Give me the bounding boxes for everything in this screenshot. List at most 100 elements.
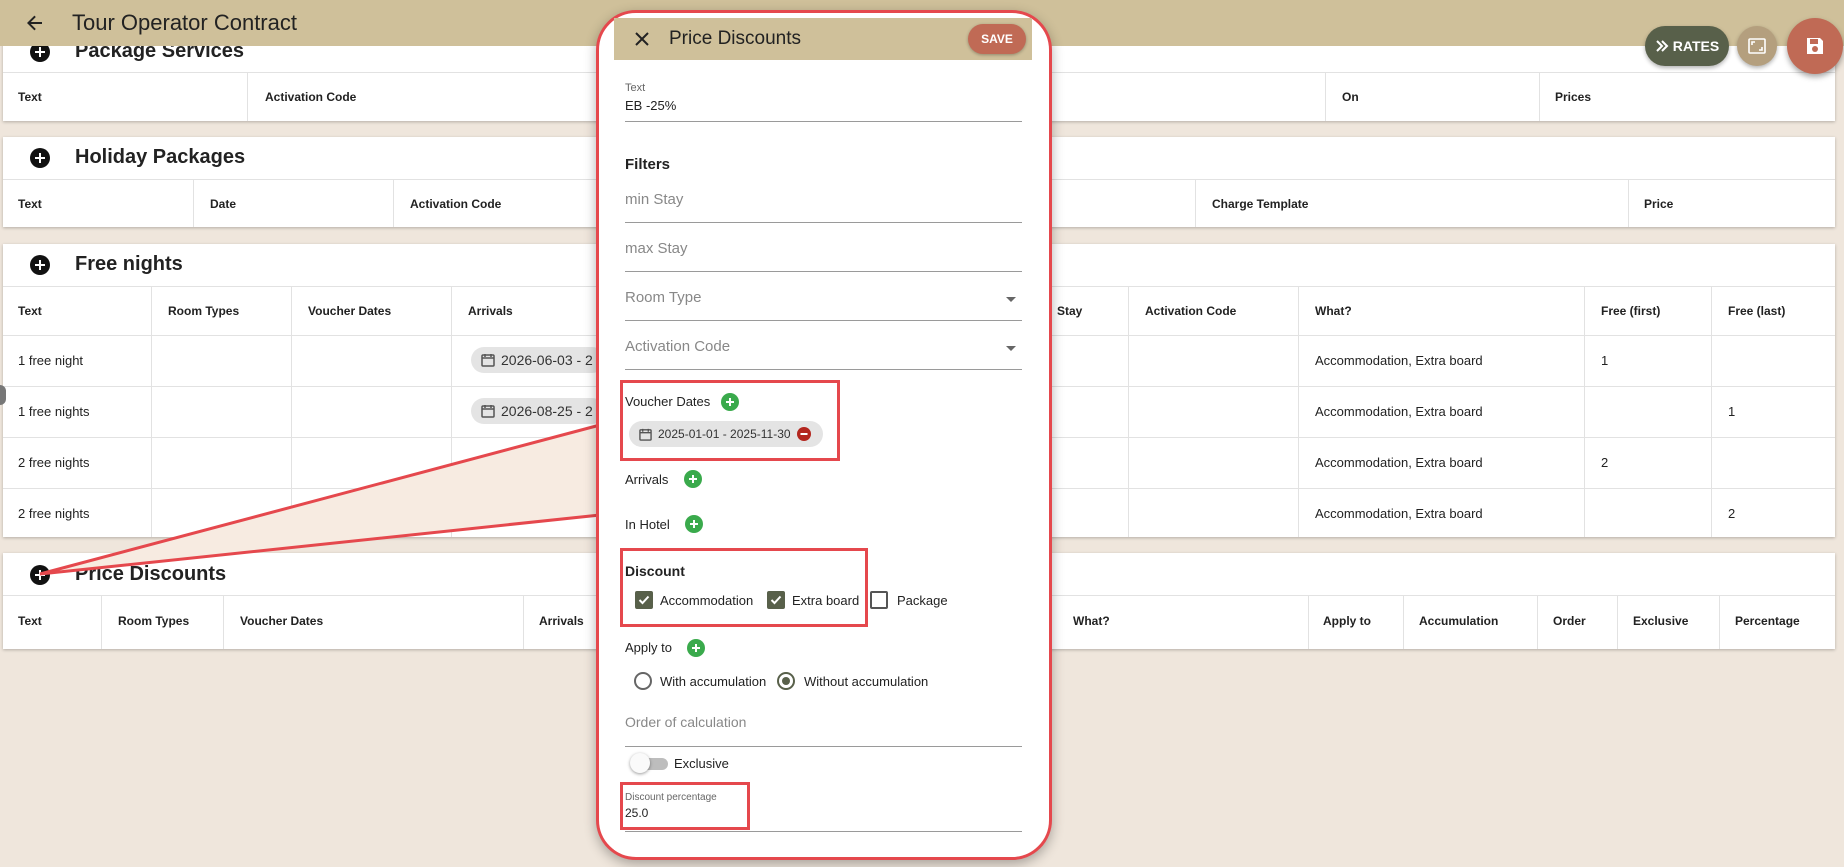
table-cell-free-last[interactable]: 1 (1728, 404, 1735, 419)
exclusive-toggle-knob[interactable] (630, 753, 650, 773)
with-accumulation-label: With accumulation (660, 674, 767, 689)
add-free-night-button[interactable] (30, 255, 50, 275)
page-title: Tour Operator Contract (72, 10, 297, 35)
column-header[interactable]: Exclusive (1633, 614, 1688, 628)
table-cell-free-last[interactable]: 2 (1728, 506, 1735, 521)
calendar-icon (481, 354, 495, 367)
rates-label: RATES (1672, 38, 1720, 54)
card-title: Free nights (75, 253, 183, 275)
apply-to-label: Apply to (625, 640, 672, 655)
without-accumulation-radio[interactable] (777, 672, 795, 690)
chevron-down-icon[interactable] (1006, 346, 1016, 351)
dialog-header: Price Discounts SAVE (614, 18, 1032, 60)
plus-icon (35, 260, 45, 270)
calendar-icon (481, 405, 495, 418)
fit-screen-button[interactable] (1737, 26, 1777, 66)
arrival-date-chip[interactable]: 2026-08-25 - 2 (471, 398, 605, 424)
column-header[interactable]: Activation Code (1145, 304, 1236, 318)
room-type-select[interactable]: Room Type (625, 289, 701, 306)
double-chevron-right-icon (1656, 40, 1669, 52)
text-field[interactable]: EB -25% (625, 98, 676, 113)
column-header[interactable]: What? (1315, 304, 1352, 318)
table-cell-what[interactable]: Accommodation, Extra board (1315, 404, 1483, 419)
plus-icon (689, 475, 697, 483)
column-header[interactable]: Text (18, 304, 42, 318)
table-cell-free-first[interactable]: 1 (1601, 353, 1608, 368)
without-accumulation-label: Without accumulation (804, 674, 929, 689)
column-header[interactable]: Accumulation (1419, 614, 1498, 628)
radio-dot (782, 677, 790, 685)
column-header[interactable]: Stay (1057, 304, 1082, 318)
column-header[interactable]: Price (1644, 197, 1673, 211)
rates-button[interactable]: RATES (1645, 26, 1729, 66)
column-header[interactable]: Arrivals (468, 304, 513, 318)
back-arrow-icon[interactable] (22, 10, 48, 36)
column-header[interactable]: Date (210, 197, 236, 211)
table-cell-text[interactable]: 1 free nights (18, 404, 90, 419)
chip-label: 2026-08-25 - 2 (501, 403, 593, 419)
order-of-calculation-field[interactable]: Order of calculation (625, 714, 746, 730)
save-fab-button[interactable] (1787, 18, 1843, 74)
table-cell-text[interactable]: 1 free night (18, 353, 83, 368)
table-cell-what[interactable]: Accommodation, Extra board (1315, 353, 1483, 368)
add-in-hotel-button[interactable] (685, 515, 703, 533)
exclusive-label: Exclusive (674, 756, 729, 771)
activation-code-select[interactable]: Activation Code (625, 338, 730, 355)
min-stay-field[interactable]: min Stay (625, 191, 683, 208)
chevron-down-icon[interactable] (1006, 297, 1016, 302)
with-accumulation-radio[interactable] (634, 672, 652, 690)
add-price-discount-button[interactable] (30, 565, 50, 585)
column-header[interactable]: On (1342, 90, 1359, 104)
column-header[interactable]: Prices (1555, 90, 1591, 104)
add-apply-to-button[interactable] (687, 639, 705, 657)
plus-icon (692, 644, 700, 652)
side-drawer-handle[interactable] (0, 385, 6, 405)
dialog-title: Price Discounts (669, 28, 801, 49)
card-title: Holiday Packages (75, 146, 246, 168)
table-cell-text[interactable]: 2 free nights (18, 506, 90, 521)
add-holiday-package-button[interactable] (30, 148, 50, 168)
voucher-dates-highlight (620, 380, 840, 461)
table-cell-text[interactable]: 2 free nights (18, 455, 90, 470)
max-stay-field[interactable]: max Stay (625, 240, 688, 257)
column-header[interactable]: Apply to (1323, 614, 1371, 628)
plus-icon (35, 153, 45, 163)
plus-icon (35, 570, 45, 580)
add-arrival-button[interactable] (684, 470, 702, 488)
text-field-label: Text (625, 82, 646, 94)
table-cell-what[interactable]: Accommodation, Extra board (1315, 506, 1483, 521)
column-header[interactable]: Order (1553, 614, 1586, 628)
column-header[interactable]: Room Types (168, 304, 239, 318)
plus-icon (35, 47, 45, 57)
column-header[interactable]: Free (first) (1601, 304, 1660, 318)
column-header[interactable]: Voucher Dates (240, 614, 323, 628)
package-checkbox[interactable] (870, 591, 888, 609)
price-discounts-dialog: Price Discounts SAVE Text EB -25% Filter… (614, 18, 1032, 850)
plus-icon (690, 520, 698, 528)
column-header[interactable]: Activation Code (265, 90, 356, 104)
column-header[interactable]: Activation Code (410, 197, 501, 211)
table-cell-free-first[interactable]: 2 (1601, 455, 1608, 470)
arrival-date-chip[interactable]: 2026-06-03 - 2 (471, 347, 605, 373)
column-header[interactable]: Arrivals (539, 614, 584, 628)
chip-label: 2026-06-03 - 2 (501, 352, 593, 368)
column-header[interactable]: What? (1073, 614, 1110, 628)
column-header[interactable]: Text (18, 90, 42, 104)
filters-title: Filters (625, 156, 671, 173)
column-header[interactable]: Free (last) (1728, 304, 1785, 318)
discount-percentage-highlight (620, 782, 750, 830)
column-header[interactable]: Text (18, 197, 42, 211)
column-header[interactable]: Voucher Dates (308, 304, 391, 318)
column-header[interactable]: Percentage (1735, 614, 1800, 628)
column-header[interactable]: Room Types (118, 614, 189, 628)
column-header[interactable]: Charge Template (1212, 197, 1308, 211)
in-hotel-label: In Hotel (625, 517, 670, 532)
card-title: Price Discounts (75, 563, 227, 585)
column-header[interactable]: Text (18, 614, 42, 628)
package-label: Package (897, 593, 948, 608)
dialog-save-button[interactable]: SAVE (968, 24, 1026, 54)
discount-highlight (620, 548, 868, 627)
table-cell-what[interactable]: Accommodation, Extra board (1315, 455, 1483, 470)
close-icon[interactable] (632, 29, 652, 49)
fit-screen-icon (1748, 38, 1766, 54)
